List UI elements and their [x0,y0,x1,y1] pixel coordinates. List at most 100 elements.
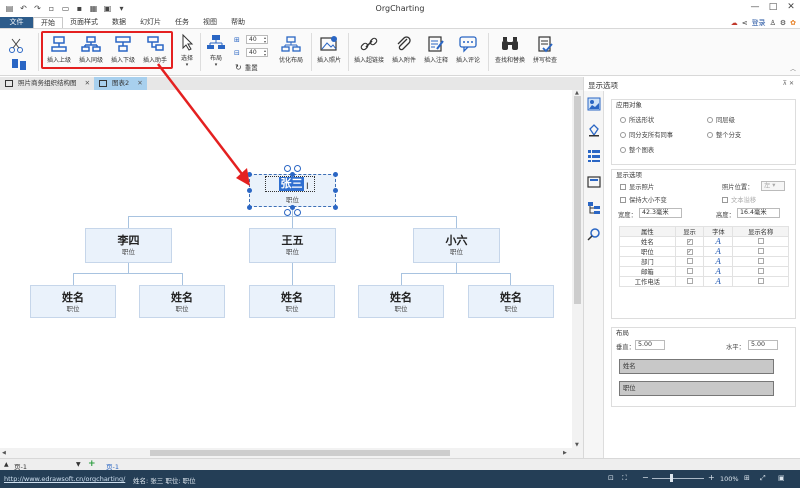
show-name-checkbox[interactable] [757,247,764,254]
photo-position-select[interactable]: 左 ▾ [761,181,785,191]
horizontal-spacing-field[interactable]: 40 ▴ ▾ [246,35,268,44]
show-cell[interactable] [674,276,705,287]
radio-whole-branch[interactable]: 整个分支 [707,130,741,139]
format-painter[interactable] [6,56,32,76]
insert-note-button[interactable]: 插入注释 [421,35,451,64]
org-node[interactable]: 小六 职位 [413,228,500,263]
panel-toggle-icon[interactable]: ▣ [778,474,785,482]
resize-handle[interactable] [333,188,338,193]
show-name-cell[interactable] [732,266,789,277]
fit-page-icon[interactable]: ⊡ [608,474,614,482]
login-link[interactable]: 登录 [752,18,766,28]
zoom-slider-thumb[interactable] [670,474,673,482]
insert-hyperlink-button[interactable]: 插入超链接 [352,35,386,64]
menu-help[interactable]: 帮助 [224,17,252,28]
org-node[interactable]: 王五 职位 [249,228,336,263]
cut-paste-tools[interactable] [6,37,28,57]
scroll-left-icon[interactable]: ◀ [2,450,6,456]
website-link[interactable]: http://www.edrawsoft.cn/orgcharting/ [4,475,125,483]
menu-data[interactable]: 数据 [105,17,133,28]
show-name-cell[interactable] [732,236,789,247]
resize-handle[interactable] [290,172,295,177]
insert-comment-button[interactable]: 插入评论 [453,35,483,64]
radio-selected-shape[interactable]: 所选形状 [620,115,654,124]
save-icon[interactable]: ▪ [75,4,84,13]
search-icon[interactable] [587,227,601,241]
menu-home[interactable]: 开始 [33,17,63,28]
outline-icon[interactable] [587,201,601,215]
text-wrap-checkbox[interactable]: 文本溢移 [722,195,756,204]
doc-tab-photo-business[interactable]: 照片商务组织结构图 ✕ [0,77,94,90]
vertical-field[interactable]: 5.00 [635,340,665,350]
show-checkbox[interactable]: ✓ [686,239,693,245]
font-icon[interactable]: A [716,237,722,246]
zoom-out-icon[interactable]: − [642,473,649,482]
zoom-in-icon[interactable]: + [708,473,715,482]
spell-check-button[interactable]: 拼写检查 [530,35,560,64]
horizontal-scrollbar[interactable]: ◀ ▶ [0,448,583,458]
keep-size-checkbox[interactable]: 保持大小不变 [620,195,667,204]
fit-width-icon[interactable]: ⊞ [744,474,750,482]
show-cell[interactable]: ✓ [674,236,705,247]
collapse-ribbon-icon[interactable]: ︿ [790,64,796,73]
find-replace-button[interactable]: 查找和替换 [492,35,528,64]
show-checkbox[interactable] [686,267,693,274]
menu-page-style[interactable]: 页面样式 [63,17,105,28]
chart-canvas[interactable] [0,90,572,448]
show-name-checkbox[interactable] [757,237,764,244]
show-name-checkbox[interactable] [757,257,764,264]
height-field[interactable]: 16.4毫米 [737,208,780,218]
radio-same-level[interactable]: 同层级 [707,115,735,124]
page-up-icon[interactable]: ▲ [4,461,9,468]
insert-photo-button[interactable]: 插入照片 [314,35,344,64]
width-field[interactable]: 42.3毫米 [639,208,682,218]
fullscreen-icon[interactable]: ⛶ [622,474,627,483]
show-checkbox[interactable] [686,257,693,264]
show-name-checkbox[interactable] [757,277,764,284]
theme-icon[interactable]: ✿ [790,19,796,27]
display-options-icon[interactable] [587,97,601,111]
menu-file[interactable]: 文件 [0,17,33,28]
show-checkbox[interactable] [686,277,693,284]
font-cell[interactable]: A [703,236,734,247]
pin-icon[interactable]: ⊼ ✕ [783,80,794,87]
fill-icon[interactable] [587,123,601,137]
redo-icon[interactable]: ↷ [33,4,42,13]
zoom-slider[interactable] [652,478,704,479]
minimize-icon[interactable]: — [748,2,762,12]
horizontal-scroll-thumb[interactable] [150,450,450,456]
doc-tab-chart2[interactable]: 图表2 ✕ [94,77,147,90]
org-node[interactable]: 姓名 职位 [139,285,225,318]
undo-icon[interactable]: ↶ [19,4,28,13]
scroll-right-icon[interactable]: ▶ [563,450,567,456]
tab-close-icon[interactable]: ✕ [85,79,90,87]
org-node[interactable]: 姓名 职位 [468,285,554,318]
font-cell[interactable]: A [703,256,734,267]
cloud-icon[interactable]: ☁ [731,19,738,27]
org-node[interactable]: 姓名 职位 [249,285,335,318]
horizontal-field[interactable]: 5.00 [748,340,778,350]
radio-branch-colleagues[interactable]: 同分支所有同事 [620,130,673,139]
print-icon[interactable]: ▦ [89,4,98,13]
vertical-spacing-field[interactable]: 40 ▴ ▾ [246,48,268,57]
resize-handle[interactable] [333,172,338,177]
expand-icon[interactable]: ⤢ [760,474,766,483]
font-icon[interactable]: A [716,267,722,276]
new-file-icon[interactable]: ▫ [47,4,56,13]
more-icon[interactable]: ▾ [117,4,126,13]
tab-close-icon[interactable]: ✕ [137,79,142,87]
show-cell[interactable]: ✓ [674,246,705,257]
rotate-handle[interactable] [294,165,301,172]
open-file-icon[interactable]: ▭ [61,4,70,13]
export-icon[interactable]: ▣ [103,4,112,13]
connect-handle[interactable] [294,209,301,216]
list-icon[interactable] [587,149,601,163]
show-name-cell[interactable] [732,246,789,257]
show-checkbox[interactable]: ✓ [686,249,693,255]
page-down-icon[interactable]: ▼ [76,461,81,468]
show-name-checkbox[interactable] [757,267,764,274]
show-name-cell[interactable] [732,256,789,267]
add-page-icon[interactable]: + [88,459,96,469]
insert-attachment-button[interactable]: 插入附件 [389,35,419,64]
settings-icon[interactable]: ⚙ [780,19,786,27]
